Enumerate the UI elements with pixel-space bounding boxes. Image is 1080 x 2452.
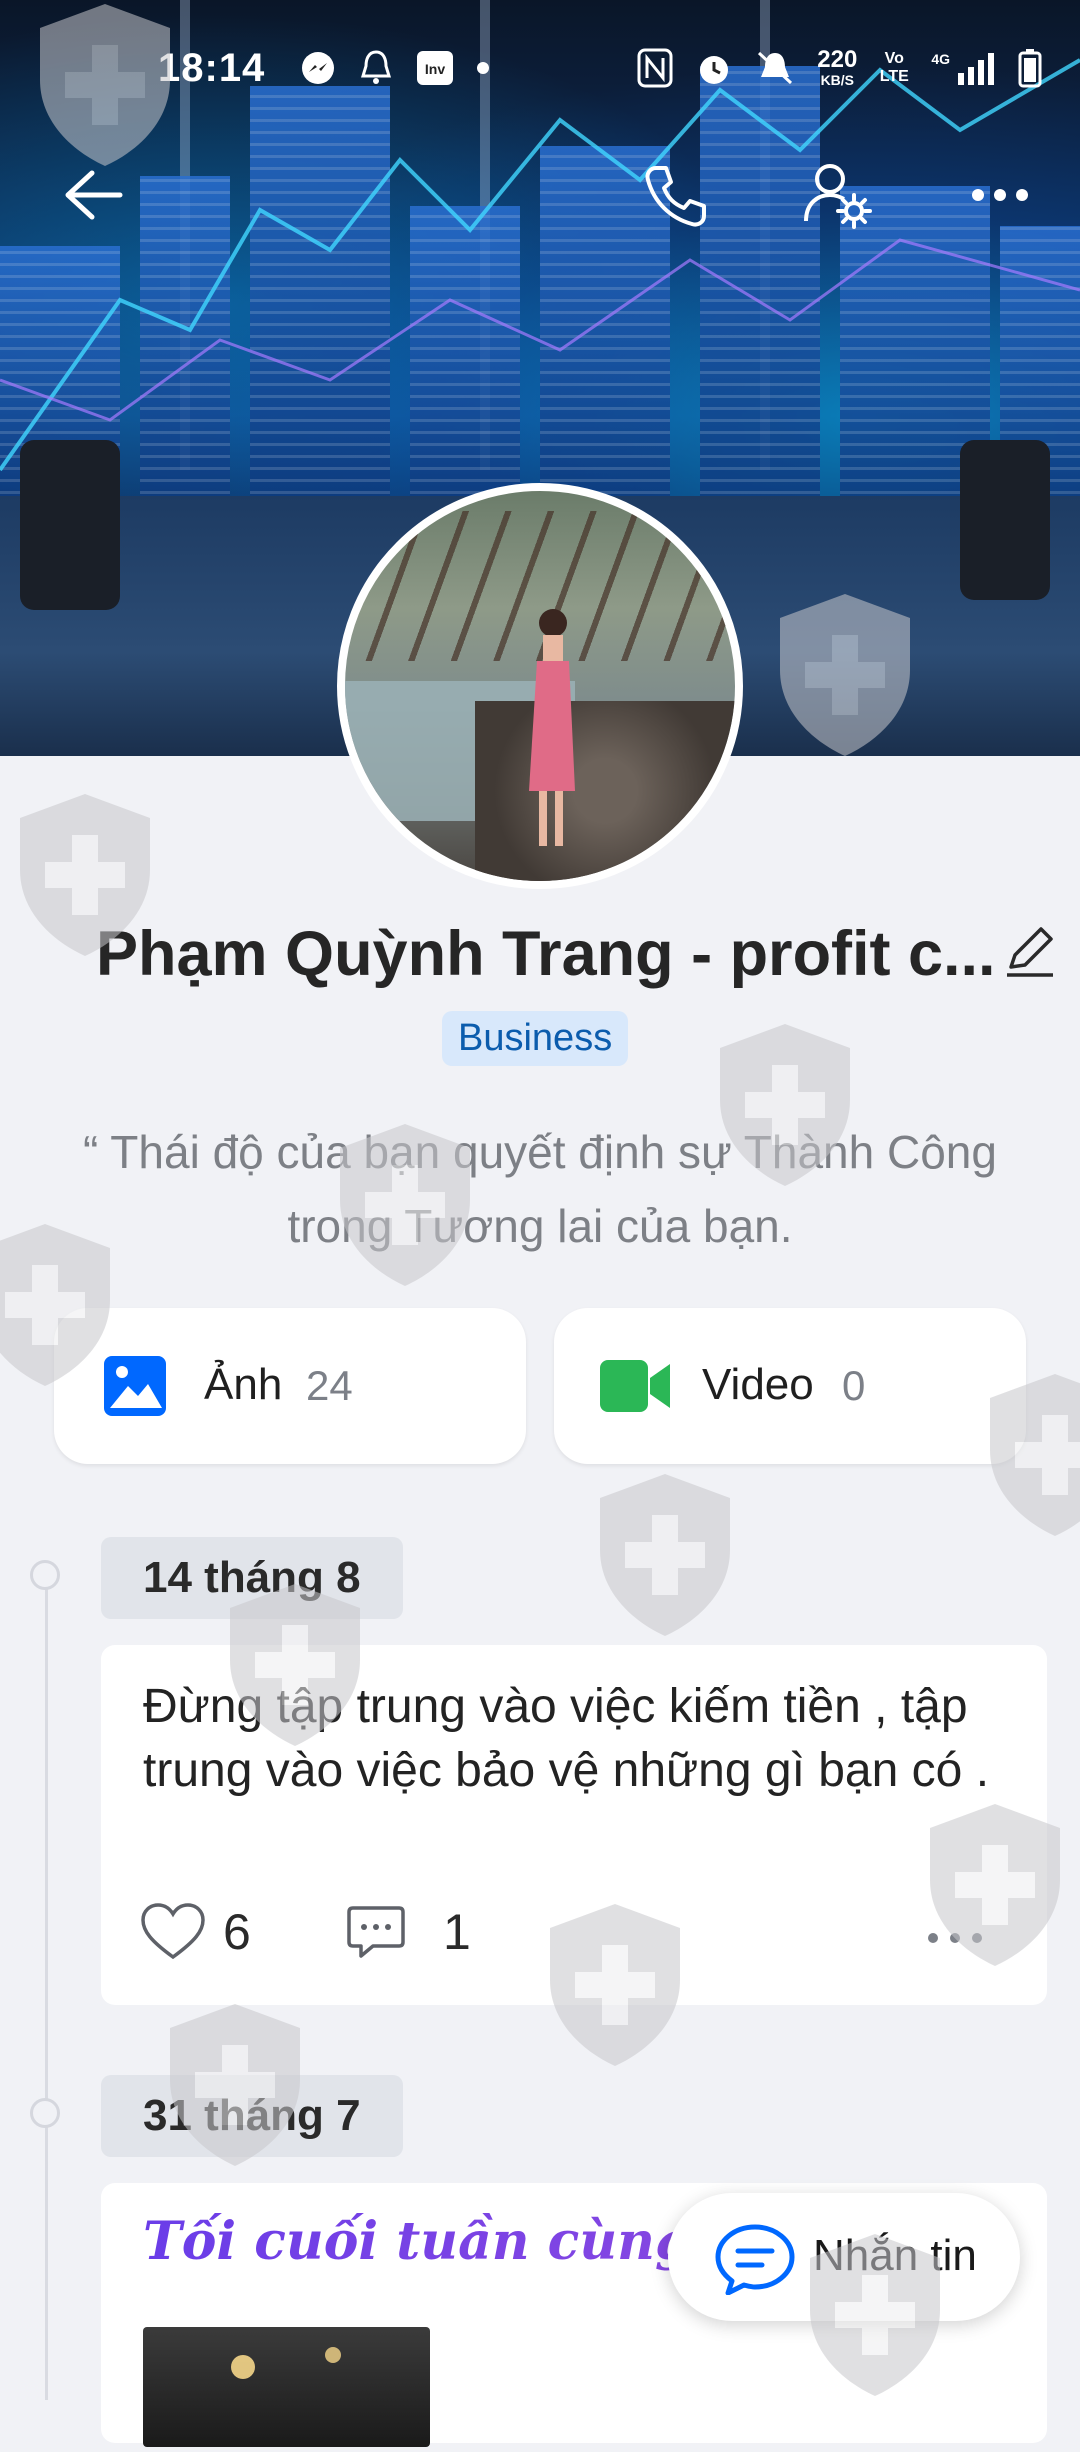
timeline-dot: [30, 1560, 60, 1590]
chat-bubble-icon: [715, 2224, 795, 2295]
avatar-photo-person: [529, 609, 575, 846]
shield-watermark-icon: [600, 1474, 730, 1636]
videos-label: Video: [702, 1360, 814, 1409]
arrow-left-icon: [65, 170, 123, 220]
battery-icon: [1018, 49, 1042, 88]
post-text: Đừng tập trung vào việc kiếm tiền , tập …: [143, 1680, 990, 1797]
timeline-line: [45, 1570, 48, 2400]
app-badge-icon: Inv: [417, 51, 453, 85]
more-notifications-icon: [477, 62, 489, 74]
like-count: 6: [223, 1904, 251, 1960]
edit-name-button[interactable]: [1005, 925, 1065, 985]
videos-card[interactable]: Video 0: [554, 1308, 1026, 1464]
back-button[interactable]: [48, 150, 138, 240]
timeline-post[interactable]: Đừng tập trung vào việc kiếm tiền , tập …: [101, 1645, 1047, 2005]
svg-text:Inv: Inv: [425, 61, 445, 77]
call-button[interactable]: [630, 150, 720, 240]
pencil-icon: [1007, 927, 1053, 977]
system-icons: 220 KB/S Vo LTE 4G: [637, 48, 1042, 88]
photos-label: Ảnh: [204, 1360, 283, 1409]
more-horizontal-icon: [972, 189, 1028, 201]
photos-count: 24: [306, 1362, 353, 1409]
post-thumbnail[interactable]: [143, 2327, 430, 2447]
bell-icon: [360, 50, 392, 84]
top-nav: [0, 150, 1080, 240]
more-horizontal-icon: [928, 1933, 982, 1943]
post-more-button[interactable]: [927, 1931, 983, 1949]
status-bar: 18:14 Inv 220 KB/S Vo LTE 4G: [0, 0, 1080, 140]
business-badge: Business: [442, 1011, 629, 1066]
timeline-dot: [30, 2098, 60, 2128]
photo-icon: [104, 1356, 166, 1416]
videos-count: 0: [842, 1362, 866, 1409]
net-speed: 220 KB/S: [817, 46, 858, 89]
signal-icon: 4G: [931, 51, 996, 85]
timeline-date: 14 tháng 8: [101, 1537, 403, 1619]
messenger-icon: [302, 52, 334, 84]
user-gear-icon: [804, 164, 872, 229]
video-camera-icon: [600, 1360, 670, 1412]
profile-settings-button[interactable]: [793, 150, 883, 240]
status-time: 18:14: [158, 46, 266, 90]
profile-bio: “ Thái độ của bạn quyết định sự Thành Cô…: [83, 1126, 997, 1252]
more-options-button[interactable]: [955, 150, 1045, 240]
nfc-icon: [637, 48, 673, 88]
message-button-label: Nhắn tin: [813, 2231, 977, 2280]
profile-name: Phạm Quỳnh Trang - profit c...: [96, 919, 996, 989]
comment-count: 1: [443, 1904, 471, 1960]
photos-card[interactable]: Ảnh 24: [54, 1308, 526, 1464]
like-button[interactable]: 6: [141, 1903, 251, 1961]
mute-icon: [758, 51, 793, 85]
avatar[interactable]: [337, 483, 743, 889]
notification-icons: Inv: [300, 48, 490, 88]
comment-button[interactable]: 1: [347, 1903, 471, 1961]
alarm-icon: [700, 56, 729, 84]
phone-icon: [645, 166, 706, 227]
volte-label: Vo LTE: [879, 50, 909, 85]
heart-icon: [141, 1903, 205, 1960]
comment-icon: [347, 1906, 405, 1958]
message-button[interactable]: Nhắn tin: [668, 2193, 1020, 2321]
timeline-date: 31 tháng 7: [101, 2075, 403, 2157]
